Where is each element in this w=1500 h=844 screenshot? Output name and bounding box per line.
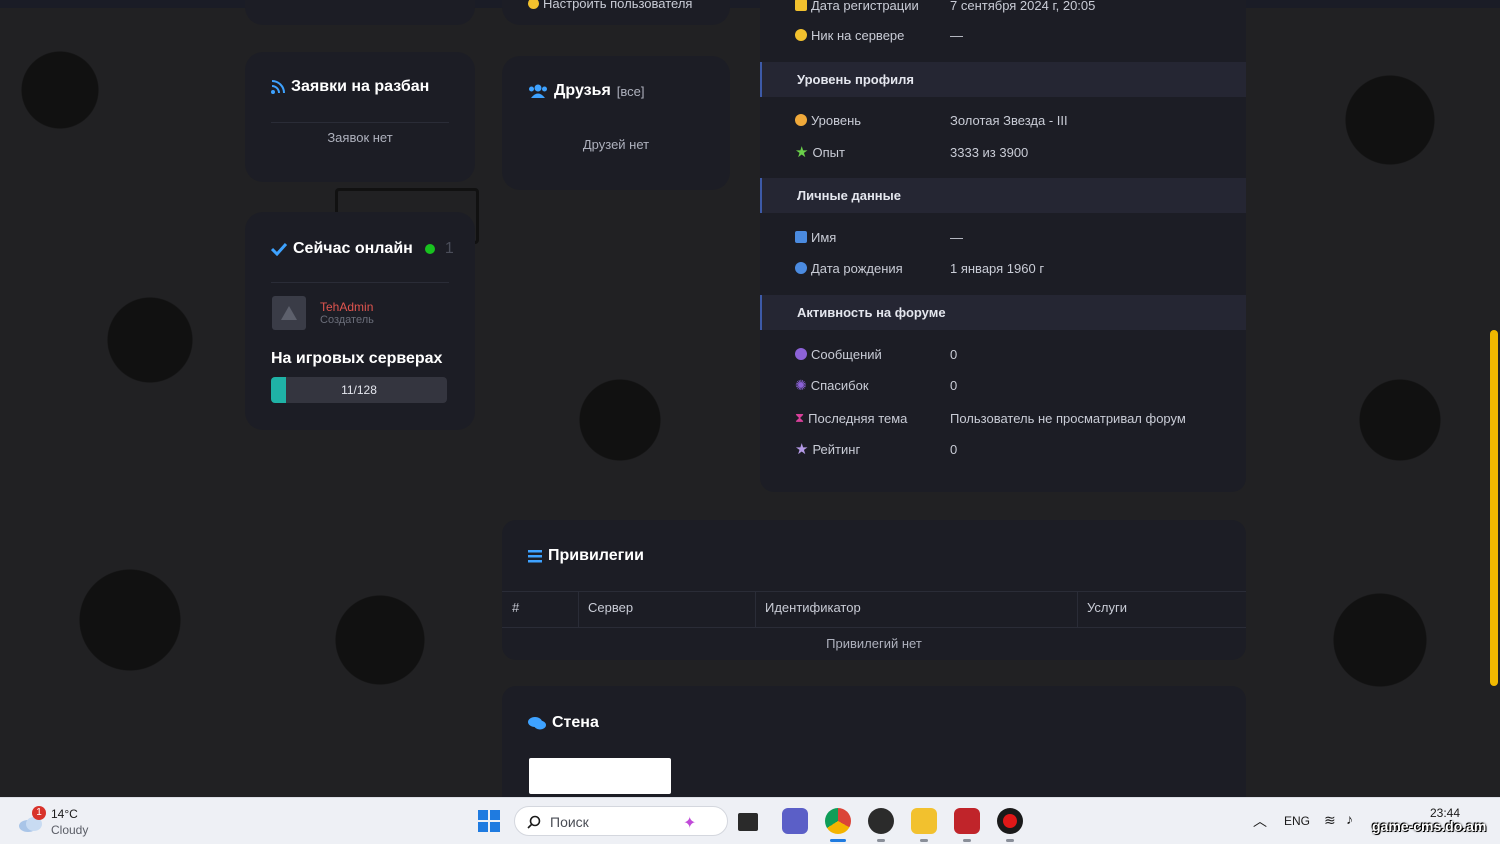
col-sep-1 <box>578 591 579 628</box>
record-dot-icon <box>1003 814 1017 828</box>
taskbar: 1 14°C Cloudy Поиск ✦ ︿ ENG ≋ ♪ 23:44 ga… <box>0 797 1500 844</box>
weather-temp: 14°C <box>51 807 78 821</box>
cms-app-icon[interactable] <box>868 808 894 834</box>
configure-user-link[interactable]: Настроить пользователя <box>528 0 692 11</box>
taskbar-search[interactable]: Поиск ✦ <box>514 806 728 836</box>
watermark-text: game-cms.do.am <box>1372 818 1487 834</box>
middle-top-card-stub: Настроить пользователя <box>502 0 730 25</box>
level-row: Уровень Золотая Звезда - III <box>795 109 1235 131</box>
filezilla-icon[interactable] <box>954 808 980 834</box>
wifi-icon[interactable]: ≋ <box>1324 812 1336 829</box>
top-bar <box>0 0 1500 8</box>
privileges-header-bottom-line <box>502 627 1246 628</box>
users-icon <box>529 84 547 98</box>
chrome-active-indicator <box>830 839 846 842</box>
globe-icon <box>795 114 807 126</box>
search-highlight-icon: ✦ <box>683 815 697 832</box>
friends-title: Друзья [все] <box>528 82 645 100</box>
messages-row: Сообщений 0 <box>795 343 1235 365</box>
chat-app-icon[interactable] <box>782 808 808 834</box>
user-avatar-icon <box>281 306 297 320</box>
hourglass-icon: ⧗ <box>795 410 805 425</box>
configure-user-label: Настроить пользователя <box>543 0 693 11</box>
wall-input-box[interactable] <box>529 758 671 794</box>
online-now-card: Сейчас онлайн 1 TehAdmin Создатель На иг… <box>245 212 475 430</box>
star-icon: ★ <box>795 144 809 161</box>
unban-empty-text: Заявок нет <box>327 130 393 145</box>
weather-desc: Cloudy <box>51 823 89 837</box>
forum-section-header: Активность на форуме <box>760 295 1246 330</box>
recorder-icon[interactable] <box>997 808 1023 834</box>
thanks-row: ✺ Спасибок 0 <box>795 376 958 393</box>
personal-section-header: Личные данные <box>760 178 1246 213</box>
page-scrollbar[interactable] <box>1490 330 1498 686</box>
checkbox-icon <box>795 231 807 243</box>
nick-row: Ник на сервере — <box>795 24 1235 46</box>
file-explorer-icon[interactable] <box>911 808 937 834</box>
game-servers-title: На игровых серверах <box>271 350 443 367</box>
check-circle-icon <box>795 29 807 41</box>
calendar-icon <box>795 0 807 11</box>
servers-progress-text: 11/128 <box>341 383 377 397</box>
left-top-card-stub <box>245 0 475 25</box>
online-user-name[interactable]: TehAdmin <box>320 300 374 314</box>
last-topic-row: ⧗ Последняя тема Пользователь не просматр… <box>795 410 1186 426</box>
search-icon <box>527 815 541 829</box>
check-icon <box>271 242 287 256</box>
col-sep-2 <box>755 591 756 628</box>
search-placeholder: Поиск <box>550 814 589 830</box>
start-button[interactable] <box>478 810 500 832</box>
profile-info-panel: Дата регистрации 7 сентября 2024 г, 20:0… <box>760 0 1246 492</box>
unban-divider <box>271 122 449 123</box>
col-header-identifier: Идентификатор <box>765 600 861 615</box>
unban-requests-card: Заявки на разбан Заявок нет <box>245 52 475 182</box>
key-icon <box>528 0 539 9</box>
windows-logo-icon <box>478 810 500 832</box>
online-user-role: Создатель <box>320 314 374 326</box>
rss-icon <box>271 80 285 94</box>
sun-icon: ✺ <box>795 376 807 393</box>
rating-row: ★ Рейтинг 0 <box>795 441 958 458</box>
online-user-row[interactable]: TehAdmin Создатель <box>272 296 374 330</box>
birth-row: Дата рождения 1 января 1960 г <box>795 257 1235 279</box>
exp-row: ★ Опыт 3333 из 3900 <box>795 144 1029 161</box>
col-sep-3 <box>1077 591 1078 628</box>
tray-chevron-up-icon[interactable]: ︿ <box>1253 811 1267 831</box>
avatar <box>272 296 306 330</box>
task-view-icon[interactable] <box>738 813 758 831</box>
col-header-number: # <box>512 600 520 615</box>
cms-indicator <box>877 839 885 842</box>
list-icon <box>528 549 542 562</box>
filezilla-indicator <box>963 839 971 842</box>
weather-badge: 1 <box>32 806 46 820</box>
privileges-header-top-line <box>502 591 1246 592</box>
privileges-empty-text: Привилегий нет <box>826 636 922 651</box>
comments-bubble-icon <box>528 717 546 730</box>
explorer-indicator <box>920 839 928 842</box>
clock-icon <box>795 262 807 274</box>
comments-icon <box>795 348 807 360</box>
unban-requests-title: Заявки на разбан <box>271 78 429 96</box>
friends-empty-text: Друзей нет <box>582 137 650 152</box>
col-header-server: Сервер <box>588 600 634 615</box>
friends-all-link[interactable]: [все] <box>617 84 645 99</box>
col-header-services: Услуги <box>1087 600 1127 615</box>
servers-progress-bar: 11/128 <box>271 377 447 403</box>
online-divider <box>271 282 449 283</box>
online-count: 1 <box>444 240 454 257</box>
name-row: Имя — <box>795 226 1235 248</box>
rating-star-icon: ★ <box>795 441 809 458</box>
language-indicator[interactable]: ENG <box>1284 814 1310 828</box>
recorder-indicator <box>1006 839 1014 842</box>
volume-icon[interactable]: ♪ <box>1346 811 1353 827</box>
privileges-title: Привилегии <box>528 547 644 565</box>
reg-date-row: Дата регистрации 7 сентября 2024 г, 20:0… <box>795 0 1235 16</box>
chrome-icon[interactable] <box>825 808 851 834</box>
online-status-dot <box>424 244 435 254</box>
weather-widget[interactable]: 1 14°C Cloudy <box>18 804 108 840</box>
level-section-header: Уровень профиля <box>760 62 1246 97</box>
wall-title: Стена <box>528 714 599 732</box>
friends-card: Друзья [все] Друзей нет <box>502 56 730 190</box>
online-now-title: Сейчас онлайн 1 <box>271 240 454 258</box>
